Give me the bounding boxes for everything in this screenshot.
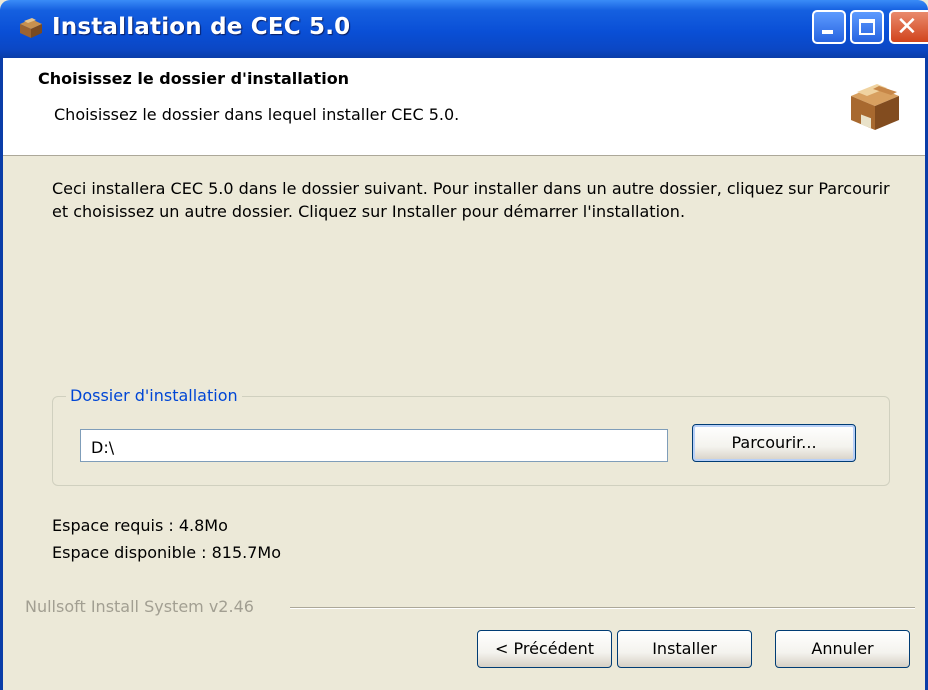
space-required-label: Espace requis : 4.8Mo xyxy=(52,516,228,535)
branding-text: Nullsoft Install System v2.46 xyxy=(25,597,260,616)
package-box-icon xyxy=(851,84,899,130)
branding-divider xyxy=(290,607,915,609)
space-available-label: Espace disponible : 815.7Mo xyxy=(52,543,282,562)
cancel-button[interactable]: Annuler xyxy=(775,630,910,668)
close-button[interactable]: ✕ xyxy=(889,10,928,44)
back-button[interactable]: < Précédent xyxy=(477,630,612,668)
install-folder-legend: Dossier d'installation xyxy=(66,386,242,405)
maximize-button[interactable] xyxy=(850,10,884,44)
minimize-icon xyxy=(822,30,833,34)
browse-button[interactable]: Parcourir... xyxy=(692,424,856,462)
package-box-icon xyxy=(20,18,42,38)
install-path-input[interactable] xyxy=(80,429,668,462)
window-title: Installation de CEC 5.0 xyxy=(52,14,351,40)
page-title: Choisissez le dossier d'installation xyxy=(38,69,350,88)
maximize-icon xyxy=(859,19,875,35)
minimize-button[interactable] xyxy=(812,10,846,44)
install-button[interactable]: Installer xyxy=(617,630,752,668)
close-icon: ✕ xyxy=(896,12,918,42)
page-header: Choisissez le dossier d'installation Cho… xyxy=(0,58,928,156)
installer-window: Installation de CEC 5.0 ✕ Choisissez le … xyxy=(0,0,928,690)
instruction-text: Ceci installera CEC 5.0 dans le dossier … xyxy=(52,179,890,221)
title-bar[interactable]: Installation de CEC 5.0 ✕ xyxy=(0,0,928,58)
page-subtitle: Choisissez le dossier dans lequel instal… xyxy=(54,105,460,124)
window-border-left xyxy=(0,58,3,690)
